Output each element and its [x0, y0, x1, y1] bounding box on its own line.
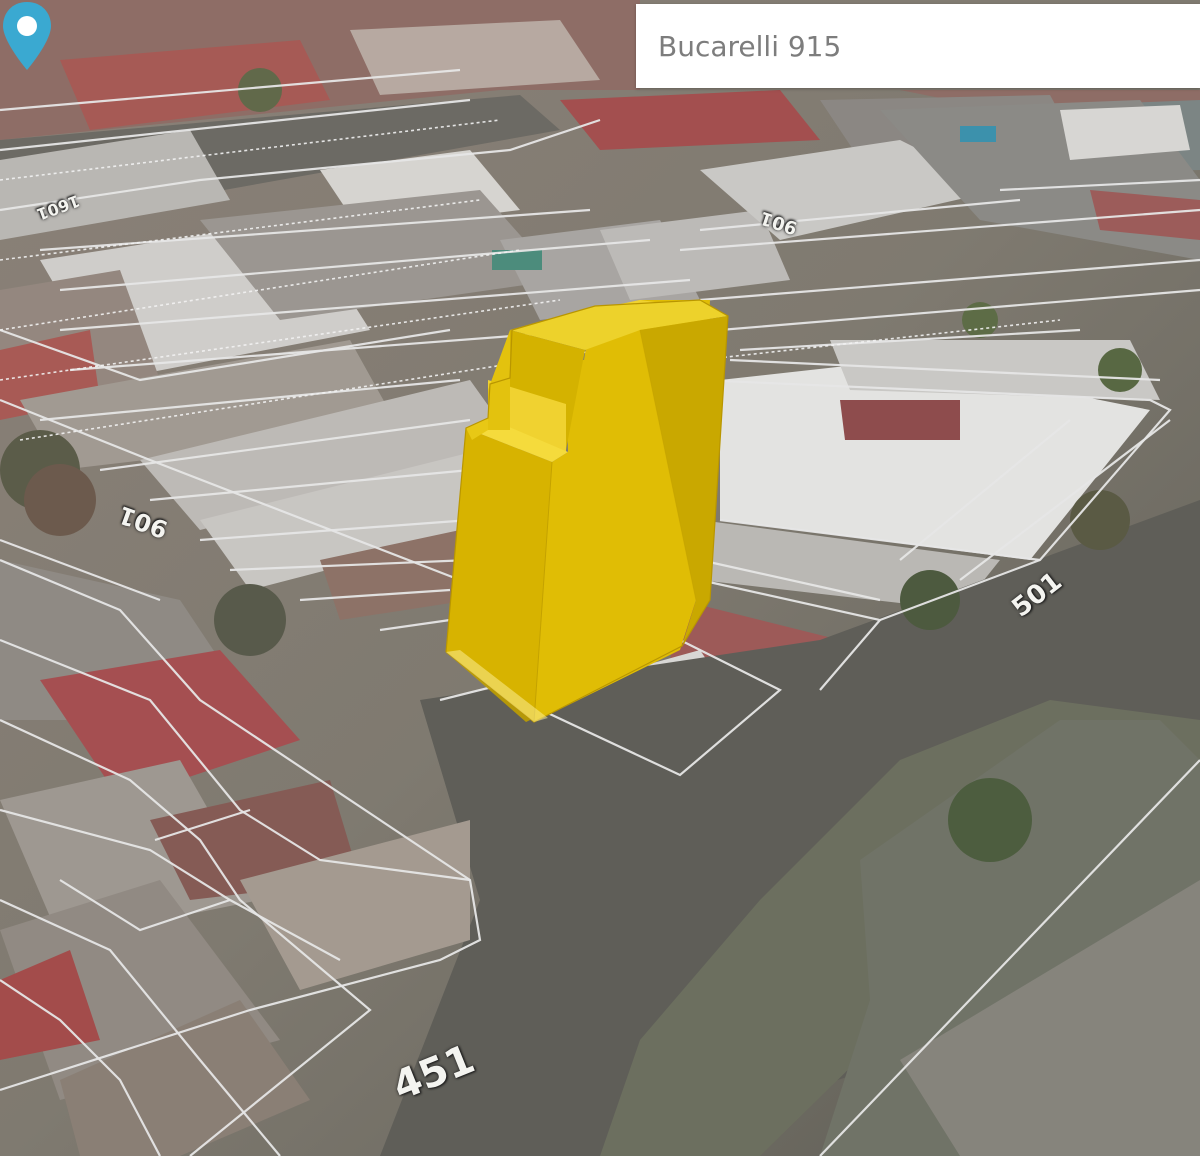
search-input[interactable] [658, 29, 1200, 63]
map-view[interactable]: 451 501 901 901 1601 [0, 0, 1200, 1156]
satellite-imagery [0, 0, 1200, 1156]
search-bar [636, 4, 1200, 88]
bottom-border [0, 1156, 1200, 1172]
map-pin-icon[interactable] [0, 0, 54, 74]
